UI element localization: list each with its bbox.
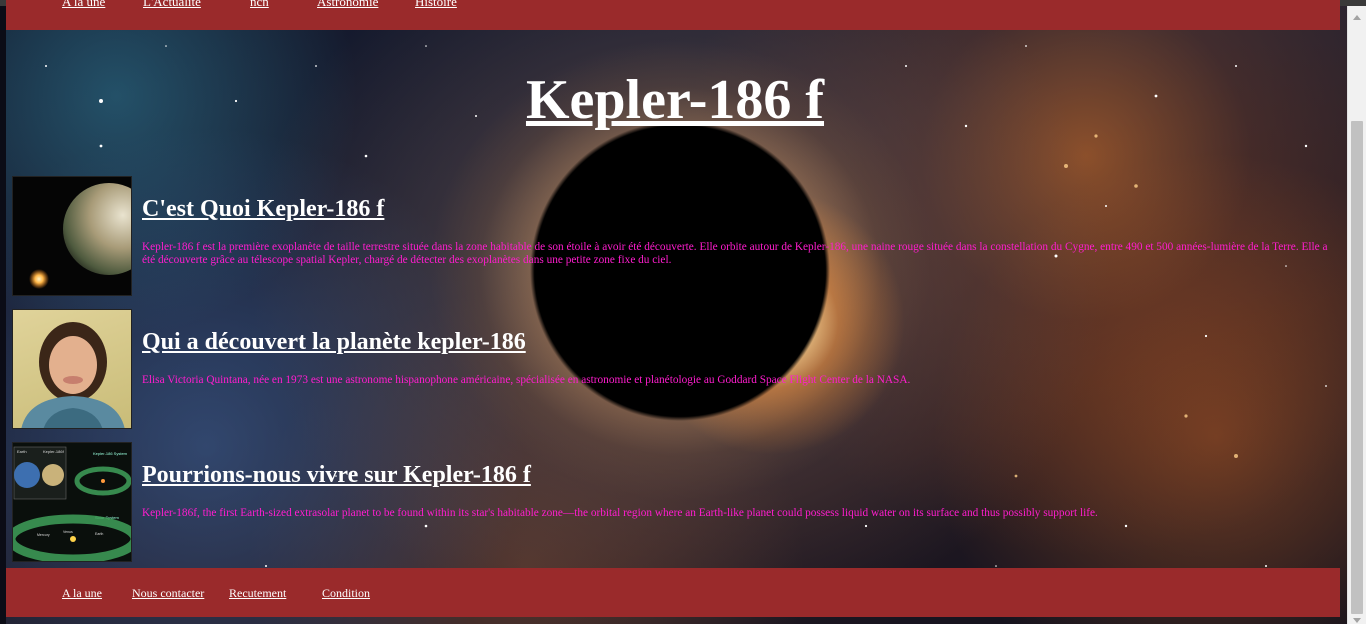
article-heading: C'est Quoi Kepler-186 f	[142, 196, 385, 222]
nav-link-histoire[interactable]: Histoire	[415, 0, 457, 10]
nav-link-astronomie[interactable]: Astronomie	[317, 0, 378, 10]
article-text: Kepler-186f, the first Earth-sized extra…	[142, 507, 1098, 519]
portrait-icon	[12, 309, 132, 429]
footer-link-nous-contacter[interactable]: Nous contacter	[132, 586, 204, 601]
diagram-label-venus: Venus	[63, 530, 73, 534]
diagram-label-earth-small: Earth	[95, 532, 103, 536]
top-navbar: A la une L'Actualité ncn Astronomie Hist…	[6, 0, 1340, 30]
footer-link-recrutement[interactable]: Recutement	[229, 586, 286, 601]
diagram-label-earth: Earth	[17, 449, 27, 454]
nav-link-ncn[interactable]: ncn	[250, 0, 269, 10]
footer-link-condition[interactable]: Condition	[322, 586, 370, 601]
scrollbar-thumb[interactable]	[1351, 121, 1363, 614]
diagram-label-mercury: Mercury	[37, 533, 50, 537]
scroll-down-icon[interactable]	[1353, 618, 1361, 623]
orbit-diagram-icon: Earth Kepler-186f Kepler-186 System Sola…	[12, 442, 132, 562]
scroll-up-icon[interactable]	[1353, 15, 1361, 20]
footer-bar: A la une Nous contacter Recutement Condi…	[6, 568, 1340, 617]
footer-link-a-la-une[interactable]: A la une	[62, 586, 102, 601]
article-text: Kepler-186 f est la première exoplanète …	[142, 241, 1328, 266]
diagram-label-kepler-system: Kepler-186 System	[93, 451, 128, 456]
nav-link-actualite[interactable]: L'Actualité	[143, 0, 201, 10]
page-title: Kepler-186 f	[525, 69, 825, 131]
planet-icon	[12, 176, 132, 296]
article-heading: Qui a découvert la planète kepler-186	[142, 329, 526, 355]
article-text: Elisa Victoria Quintana, née en 1973 est…	[142, 374, 911, 386]
article-heading: Pourrions-nous vivre sur Kepler-186 f	[142, 462, 531, 488]
diagram-label-kepler: Kepler-186f	[43, 449, 65, 454]
nav-link-a-la-une[interactable]: A la une	[62, 0, 105, 10]
